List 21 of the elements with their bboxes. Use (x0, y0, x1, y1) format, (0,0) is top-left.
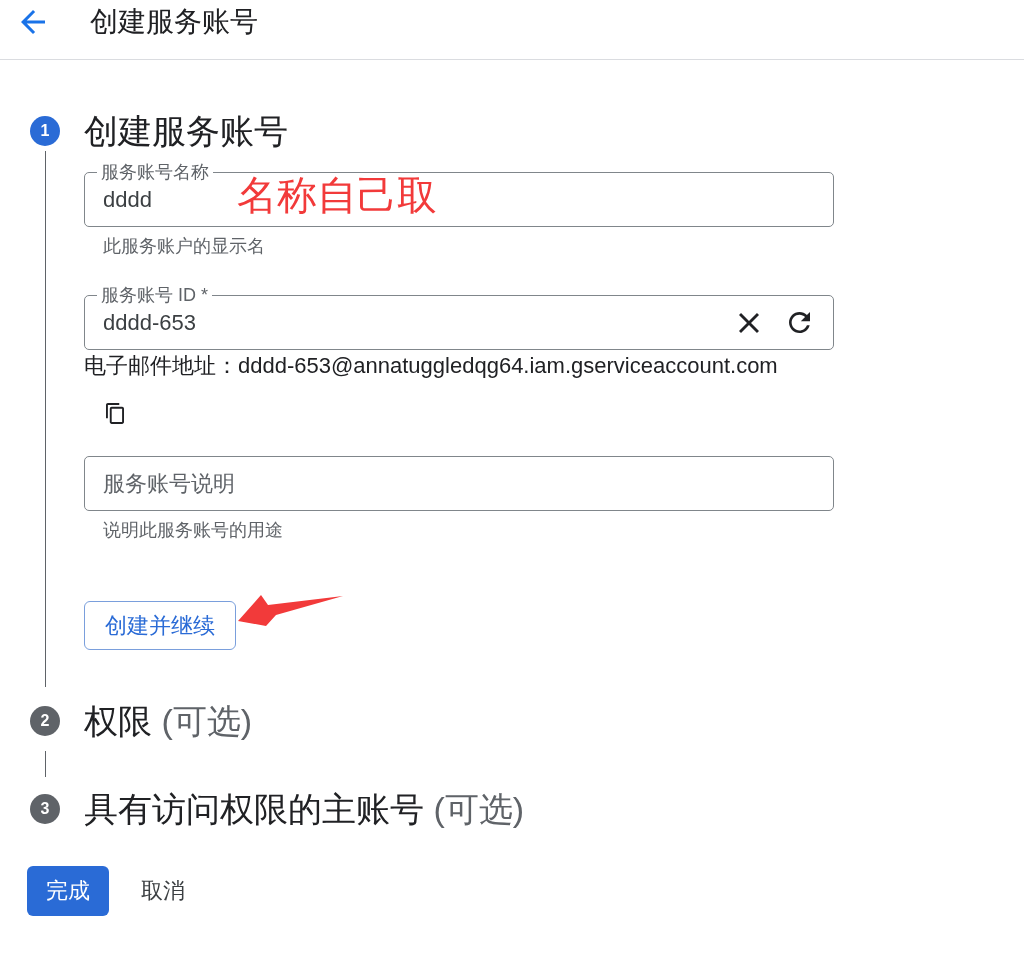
copy-icon[interactable] (106, 403, 124, 424)
helper-text: 说明此服务账号的用途 (103, 519, 283, 541)
field-label: 服务账号 ID * (97, 284, 212, 306)
step-number: 2 (30, 706, 60, 736)
refresh-icon[interactable] (789, 312, 810, 333)
step-title: 权限 (可选) (84, 701, 253, 741)
step-number: 3 (30, 794, 60, 824)
page-title: 创建服务账号 (90, 5, 258, 39)
step-title: 创建服务账号 (84, 111, 288, 151)
step-number: 1 (30, 116, 60, 146)
text-field[interactable]: 服务账号说明 (84, 456, 834, 511)
annotation-note: 名称自己取 (237, 173, 437, 217)
helper-text: 此服务账户的显示名 (103, 235, 265, 257)
close-icon[interactable] (739, 312, 759, 333)
cancel-button[interactable]: 取消 (125, 866, 201, 916)
step-title: 具有访问权限的主账号 (可选) (84, 789, 525, 829)
email-address-text: 电子邮件地址：dddd-653@annatuggledqg64.iam.gserviceaccount.com (84, 353, 778, 379)
back-arrow-icon[interactable] (21, 10, 45, 34)
create-and-continue-button[interactable]: 创建并继续 (84, 601, 236, 650)
done-button[interactable]: 完成 (27, 866, 109, 916)
field-label: 服务账号名称 (97, 161, 213, 183)
